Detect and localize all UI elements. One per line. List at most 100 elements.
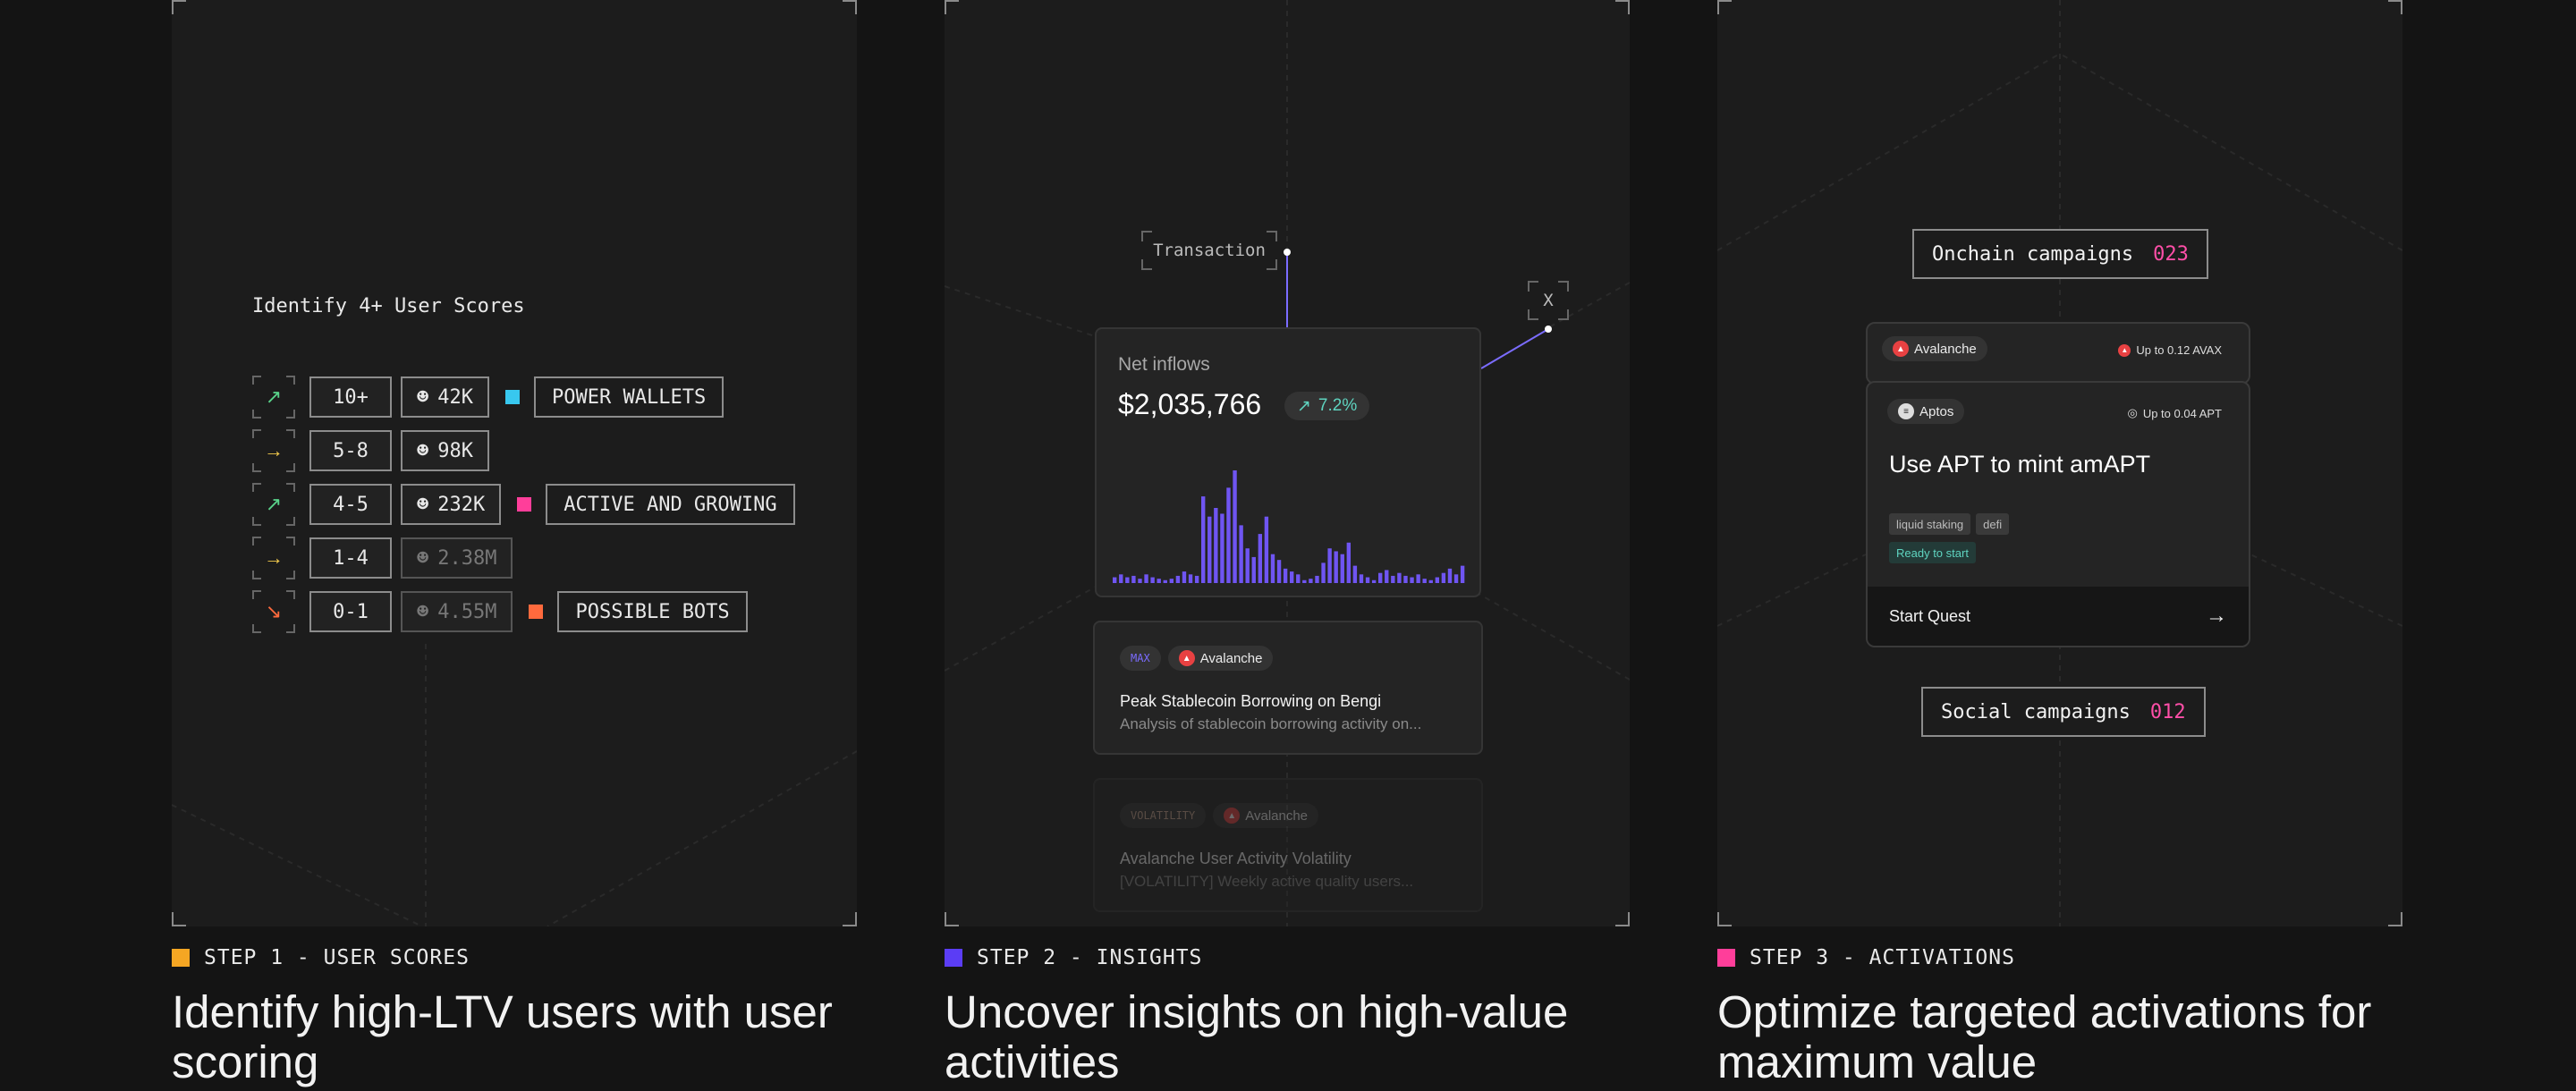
score-range: 4-5 (309, 484, 392, 525)
corner-bracket (843, 912, 857, 926)
status-badge: Ready to start (1889, 542, 1976, 563)
score-range: 1-4 (309, 537, 392, 579)
chart-bar (1283, 568, 1288, 583)
step-2-heading: Uncover insights on high-value activitie… (945, 986, 1569, 1087)
avalanche-icon: ▲ (1178, 650, 1195, 666)
start-quest-button[interactable]: Start Quest → (1868, 587, 2249, 646)
quest-title: Use APT to mint amAPT (1889, 451, 2151, 478)
insight-card[interactable]: MAX ▲ Avalanche Peak Stablecoin Borrowing… (1093, 621, 1483, 755)
segment-label: ACTIVE AND GROWING (546, 484, 795, 525)
chart-bar (1403, 575, 1408, 583)
corner-bracket (2388, 0, 2402, 14)
chart-bar (1296, 574, 1301, 583)
score-range: 0-1 (309, 591, 392, 632)
chart-bar (1208, 516, 1212, 583)
quest-tag: defi (1976, 513, 2010, 535)
corner-bracket (945, 912, 959, 926)
activations-panel: Onchain campaigns 023 ▲ Avalanche ▲ Up to 0… (1717, 0, 2402, 926)
chart-bar (1453, 574, 1459, 583)
chain-chip: ▲ Avalanche (1213, 803, 1319, 828)
step-color-swatch (1717, 949, 1735, 967)
chart-bar (1264, 516, 1269, 583)
chart-bar (1226, 487, 1231, 583)
chart-bar (1359, 574, 1364, 583)
chart-bar (1258, 534, 1263, 583)
corner-bracket (843, 0, 857, 14)
score-row: ↘ 0-1 ☻ 4.55M POSSIBLE BOTS (252, 590, 748, 633)
net-inflows-value: $2,035,766 (1118, 388, 1262, 420)
user-count: ☻ 4.55M (401, 591, 513, 632)
step-2-label: STEP 2 - INSIGHTS (945, 946, 1202, 969)
score-range: 5-8 (309, 430, 392, 471)
chart-bar (1163, 579, 1167, 583)
chart-bar (1119, 574, 1123, 583)
insight-title: Avalanche User Activity Volatility (1120, 850, 1352, 867)
user-icon: ☻ (417, 493, 429, 516)
user-icon: ☻ (417, 385, 429, 409)
insights-panel: Transaction X Net inflows $2,035,766 ↗ 7.… (945, 0, 1630, 926)
avalanche-icon: ▲ (1893, 341, 1909, 357)
chain-chip: ▲ Avalanche (1882, 336, 1987, 361)
step-3-label: STEP 3 - ACTIVATIONS (1717, 946, 2015, 969)
reward-label: ▲ Up to 0.12 AVAX (2118, 343, 2222, 357)
chart-bar (1144, 574, 1148, 583)
scores-title: Identify 4+ User Scores (252, 295, 525, 317)
chart-bar (1385, 570, 1389, 583)
net-inflows-card[interactable]: Net inflows $2,035,766 ↗ 7.2% (1095, 327, 1481, 597)
arrow-up-right-icon: ↗ (1297, 396, 1311, 416)
change-badge: ↗ 7.2% (1284, 392, 1370, 420)
aptos-icon: ◎ (2127, 406, 2138, 419)
arrow-right-icon: → (2206, 604, 2227, 628)
chart-bar (1125, 577, 1130, 583)
chart-bar (1447, 568, 1453, 583)
user-icon: ☻ (417, 439, 429, 462)
chain-chip: ▲ Avalanche (1167, 646, 1274, 671)
social-campaigns-tag[interactable]: Social campaigns 012 (1921, 687, 2206, 737)
chart-bar (1321, 562, 1326, 583)
chart-bar (1309, 579, 1313, 583)
insight-card[interactable]: VOLATILITY ▲ Avalanche Avalanche User Act… (1093, 778, 1483, 912)
chart-bar (1302, 579, 1307, 583)
trend-down-icon: ↘ (252, 590, 295, 633)
quest-card[interactable]: ≡ Aptos ◎ Up to 0.04 APT Use APT to mint a… (1866, 381, 2250, 647)
reward-label: ◎ Up to 0.04 APT (2127, 406, 2222, 420)
trend-flat-icon: → (252, 429, 295, 472)
chart-bar (1460, 565, 1465, 583)
chart-bar (1334, 551, 1338, 583)
chart-bar (1365, 577, 1370, 583)
transaction-tag: Transaction (1141, 231, 1277, 270)
step-1-heading: Identify high-LTV users with user scorin… (172, 986, 833, 1087)
chart-bar (1378, 572, 1383, 583)
chart-bar (1276, 560, 1282, 583)
chart-bar (1245, 548, 1250, 583)
segment-color-swatch (529, 605, 544, 619)
chart-bar (1327, 548, 1332, 583)
chart-bar (1441, 572, 1446, 583)
chart-bar (1214, 508, 1218, 583)
chart-bar (1169, 579, 1174, 583)
trend-up-icon: ↗ (252, 483, 295, 526)
corner-bracket (1717, 0, 1732, 14)
chart-bar (1150, 577, 1155, 583)
user-count: ☻ 42K (401, 376, 489, 418)
chart-bar (1201, 496, 1206, 583)
chart-bar (1233, 470, 1237, 583)
trend-up-icon: ↗ (252, 376, 295, 419)
corner-bracket (172, 0, 186, 14)
chart-bar (1422, 579, 1427, 583)
onchain-campaigns-tag[interactable]: Onchain campaigns 023 (1912, 229, 2208, 279)
user-icon: ☻ (417, 546, 429, 570)
user-count: ☻ 232K (401, 484, 502, 525)
corner-bracket (1615, 912, 1630, 926)
chart-bar (1188, 574, 1193, 583)
insight-type-chip: MAX (1120, 646, 1161, 671)
chart-bar (1182, 571, 1187, 583)
quest-card[interactable]: ▲ Avalanche ▲ Up to 0.12 AVAX (1866, 322, 2250, 385)
chart-bar (1391, 575, 1395, 583)
avalanche-icon: ▲ (1224, 808, 1241, 824)
step-1-label: STEP 1 - USER SCORES (172, 946, 470, 969)
chain-chip: ≡ Aptos (1887, 399, 1965, 424)
chart-bar (1397, 572, 1402, 583)
net-inflows-bar-chart (1113, 470, 1465, 583)
chart-bar (1194, 575, 1199, 583)
